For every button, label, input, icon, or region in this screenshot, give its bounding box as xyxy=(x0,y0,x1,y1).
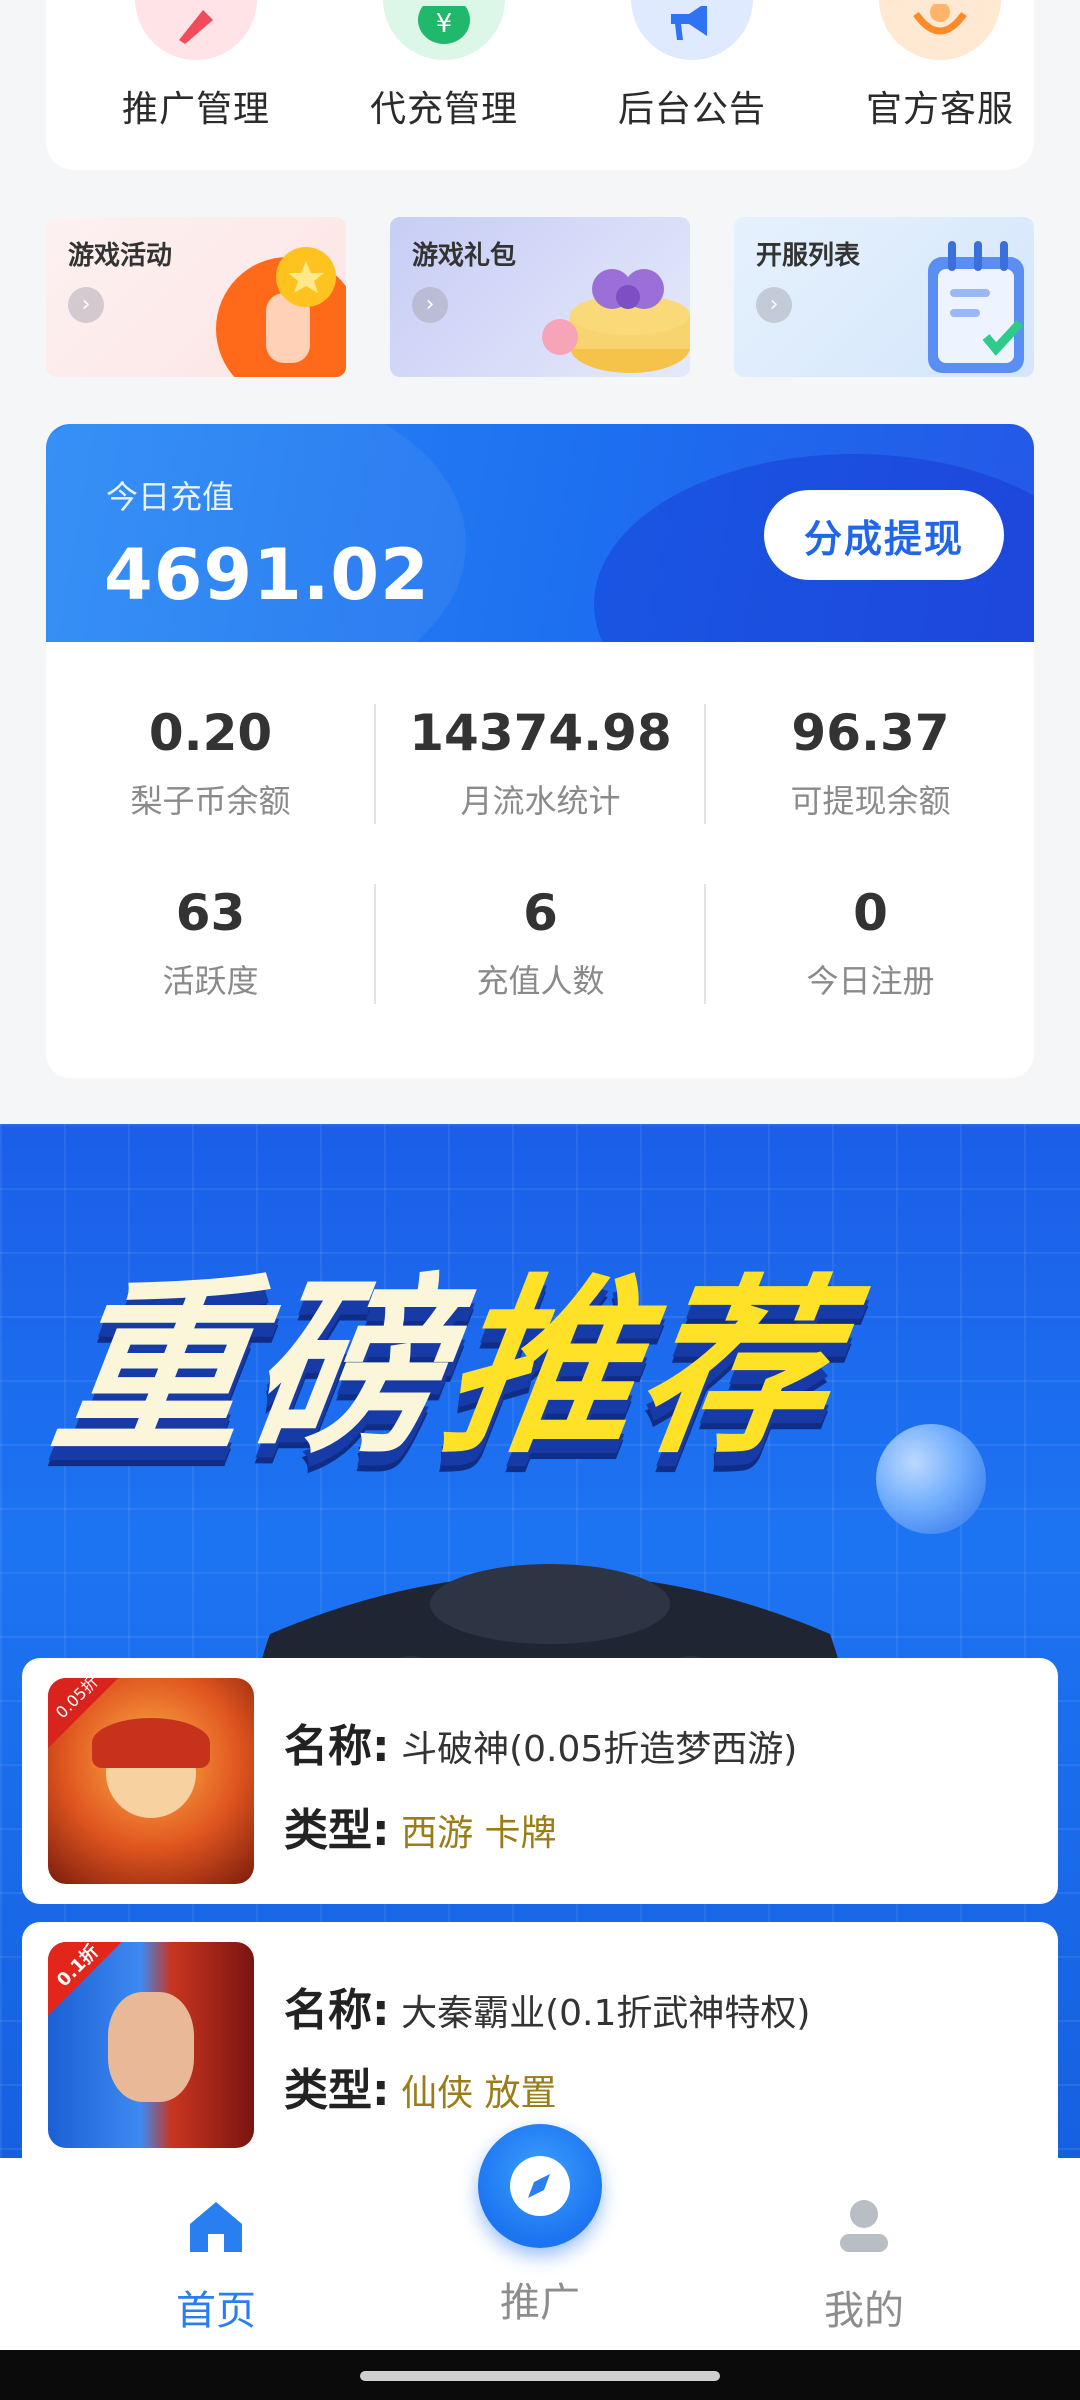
tile-title: 游戏活动 xyxy=(68,241,173,271)
promote-compass-button[interactable] xyxy=(478,2124,602,2248)
chevron-right-icon: › xyxy=(68,287,104,323)
compass-icon xyxy=(510,2156,570,2216)
name-key: 名称: xyxy=(284,1721,390,1772)
stat-value: 0.20 xyxy=(148,704,273,762)
stat-label: 今日注册 xyxy=(806,962,935,1000)
game-name: 大秦霸业(0.1折武神特权) xyxy=(401,1993,811,2034)
recharge-value: 4691.02 xyxy=(104,534,430,616)
name-key: 名称: xyxy=(284,1985,390,2036)
calendar-checklist-icon xyxy=(928,241,1024,373)
stat-coin-balance: 0.20 梨子币余额 xyxy=(46,704,375,822)
menu-label: 后台公告 xyxy=(617,89,766,130)
withdraw-share-button[interactable]: 分成提现 xyxy=(764,490,1004,580)
nav-item-mine[interactable]: 我的 xyxy=(764,2194,964,2336)
menu-item-promotion-management[interactable]: 推广管理 xyxy=(96,0,296,132)
stat-monthly-flow: 14374.98 月流水统计 xyxy=(376,704,705,822)
home-icon xyxy=(190,2202,242,2252)
megaphone-icon xyxy=(631,0,753,60)
game-type-row: 类型: 仙侠 放置 xyxy=(284,2054,557,2118)
chevron-right-icon: › xyxy=(412,287,448,323)
stat-label: 梨子币余额 xyxy=(130,782,291,820)
headline-yellow: 推荐 xyxy=(430,1258,850,1479)
type-key: 类型: xyxy=(284,1805,390,1856)
menu-item-announcements[interactable]: 后台公告 xyxy=(592,0,792,132)
rocket-icon xyxy=(135,0,257,60)
stat-value: 96.37 xyxy=(791,704,950,762)
game-type-row: 类型: 西游 卡牌 xyxy=(284,1794,557,1858)
tile-title: 开服列表 xyxy=(756,241,861,271)
menu-item-customer-service[interactable]: 官方客服 xyxy=(840,0,1040,132)
game-name: 斗破神(0.05折造梦西游) xyxy=(401,1729,798,1770)
tile-server-list[interactable]: 开服列表 › xyxy=(734,217,1034,377)
game-card[interactable]: 0.05折 名称: 斗破神(0.05折造梦西游) 类型: 西游 卡牌 xyxy=(22,1658,1058,1904)
stat-label: 可提现余额 xyxy=(790,782,951,820)
nav-label: 推广 xyxy=(500,2280,580,2326)
tile-title: 游戏礼包 xyxy=(412,241,517,271)
stat-withdrawable-balance: 96.37 可提现余额 xyxy=(706,704,1035,822)
stat-value: 0 xyxy=(853,884,888,942)
stat-value: 6 xyxy=(523,884,558,942)
game-name-row: 名称: 大秦霸业(0.1折武神特权) xyxy=(284,1974,810,2038)
yuan-coin-icon: ¥ xyxy=(383,0,505,60)
stats-panel: 0.20 梨子币余额 14374.98 月流水统计 96.37 可提现余额 63… xyxy=(46,642,1034,1078)
menu-label: 官方客服 xyxy=(865,89,1014,130)
stat-label: 活跃度 xyxy=(162,962,259,1000)
stat-recharge-users: 6 充值人数 xyxy=(376,884,705,1002)
headline-white: 重磅 xyxy=(42,1258,462,1479)
headset-icon xyxy=(879,0,1001,60)
nav-item-promote[interactable]: 推广 xyxy=(440,2270,640,2328)
game-card[interactable]: 0.1折 名称: 大秦霸业(0.1折武神特权) 类型: 仙侠 放置 xyxy=(22,1922,1058,2158)
gift-box-icon xyxy=(542,269,690,373)
stat-value: 14374.98 xyxy=(409,704,672,762)
game-name-row: 名称: 斗破神(0.05折造梦西游) xyxy=(284,1710,797,1774)
menu-label: 代充管理 xyxy=(369,89,518,130)
nav-label: 首页 xyxy=(176,2288,256,2334)
nav-label: 我的 xyxy=(824,2288,904,2334)
nav-item-home[interactable]: 首页 xyxy=(116,2194,316,2336)
menu-item-recharge-management[interactable]: ¥ 代充管理 xyxy=(344,0,544,132)
tile-game-activities[interactable]: 游戏活动 › xyxy=(46,217,346,377)
svg-text:¥: ¥ xyxy=(436,9,453,39)
stat-label: 充值人数 xyxy=(476,962,605,1000)
menu-label: 推广管理 xyxy=(121,89,270,130)
recharge-label: 今日充值 xyxy=(106,478,235,516)
user-icon xyxy=(840,2200,888,2252)
game-thumbnail: 0.05折 xyxy=(48,1678,254,1884)
game-type: 西游 卡牌 xyxy=(401,1813,557,1854)
stat-value: 63 xyxy=(175,884,246,942)
type-key: 类型: xyxy=(284,2065,390,2116)
today-recharge-banner: 今日充值 4691.02 分成提现 xyxy=(46,424,1034,642)
stat-today-registrations: 0 今日注册 xyxy=(706,884,1035,1002)
game-type: 仙侠 放置 xyxy=(401,2073,557,2114)
game-thumbnail: 0.1折 xyxy=(48,1942,254,2148)
promo-headline: 重磅推荐 xyxy=(41,1214,856,1489)
quick-menu: 推广管理 ¥ 代充管理 后台公告 官方客服 xyxy=(46,0,1034,170)
home-indicator[interactable] xyxy=(360,2371,720,2381)
thumbs-up-coin-icon xyxy=(216,247,346,377)
chevron-right-icon: › xyxy=(756,287,792,323)
stat-label: 月流水统计 xyxy=(460,782,621,820)
stat-activity: 63 活跃度 xyxy=(46,884,375,1002)
tile-game-gift-packs[interactable]: 游戏礼包 › xyxy=(390,217,690,377)
